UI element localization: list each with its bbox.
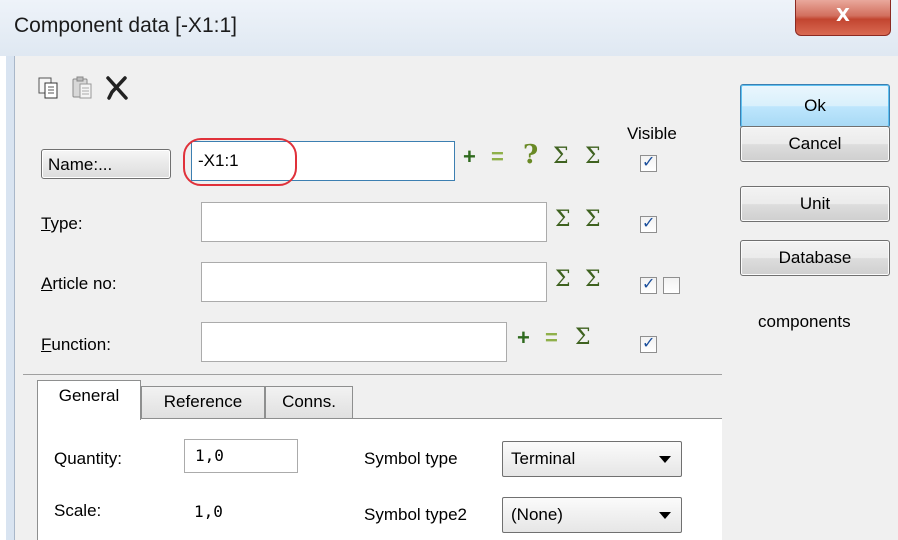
component-fields-panel: Visible Name:... -X1:1 + = ? Σ Σ Type: Σ… (14, 56, 723, 540)
delete-icon[interactable] (103, 74, 131, 102)
function-field[interactable] (201, 322, 507, 362)
function-add-icon[interactable]: + (517, 325, 530, 351)
close-button[interactable]: X (795, 0, 891, 36)
name-button[interactable]: Name:... (41, 149, 171, 179)
tab-area: General Reference Conns. Quantity: 1,0 S… (37, 378, 723, 540)
visible-column-header: Visible (627, 124, 677, 143)
cancel-button[interactable]: Cancel (740, 126, 890, 162)
type-label: Type: (41, 214, 83, 233)
unit-button[interactable]: Unit (740, 186, 890, 222)
type-sum-icon[interactable]: Σ (555, 207, 571, 232)
scale-value: 1,0 (194, 502, 223, 521)
quantity-input[interactable]: 1,0 (184, 439, 298, 473)
tab-reference[interactable]: Reference (141, 386, 265, 418)
name-visible-checkbox[interactable] (640, 152, 657, 172)
symbol-type-label: Symbol type (364, 449, 458, 468)
chevron-down-icon (659, 512, 671, 519)
database-button[interactable]: Database (740, 240, 890, 276)
name-highlight-annotation (183, 138, 297, 186)
sum-icon[interactable]: Σ (553, 144, 569, 169)
article-extra-checkbox[interactable] (663, 277, 680, 294)
article-sum-icon[interactable]: Σ (555, 267, 571, 292)
components-label: components (758, 312, 851, 331)
equals-icon[interactable]: = (491, 144, 504, 170)
quantity-label: Quantity: (54, 449, 123, 468)
divider (23, 374, 723, 375)
type-sum-check-icon[interactable]: Σ (585, 207, 601, 232)
chevron-down-icon (659, 456, 671, 463)
function-equals-icon[interactable]: = (545, 325, 558, 351)
add-icon[interactable]: + (463, 144, 476, 170)
general-tab-panel: Quantity: 1,0 Scale: 1,0 Symbol type Ter… (37, 418, 723, 540)
copy-icon[interactable] (35, 74, 63, 102)
symbol-type2-select[interactable]: (None) (502, 497, 682, 533)
scale-label: Scale: (54, 501, 102, 520)
type-field[interactable] (201, 202, 547, 242)
question-icon[interactable]: ? (523, 140, 538, 170)
article-field[interactable] (201, 262, 547, 302)
tab-conns[interactable]: Conns. (265, 386, 353, 418)
article-label: Article no: (41, 274, 117, 293)
paste-icon[interactable] (69, 74, 97, 102)
close-icon: X (836, 5, 850, 26)
symbol-type-select[interactable]: Terminal (502, 441, 682, 477)
symbol-type2-label: Symbol type2 (364, 505, 467, 524)
ok-button[interactable]: Ok (740, 84, 890, 128)
article-visible-checkbox[interactable] (640, 274, 657, 294)
sum-check-icon[interactable]: Σ (585, 144, 601, 169)
article-sum-check-icon[interactable]: Σ (585, 267, 601, 292)
function-visible-checkbox[interactable] (640, 333, 657, 353)
title-bar: Component data [-X1:1] X (0, 0, 898, 56)
function-label: Function: (41, 335, 111, 354)
tab-general[interactable]: General (37, 380, 141, 420)
type-visible-checkbox[interactable] (640, 213, 657, 233)
function-sum-icon[interactable]: Σ (575, 325, 591, 350)
window-title: Component data [-X1:1] (14, 14, 237, 37)
